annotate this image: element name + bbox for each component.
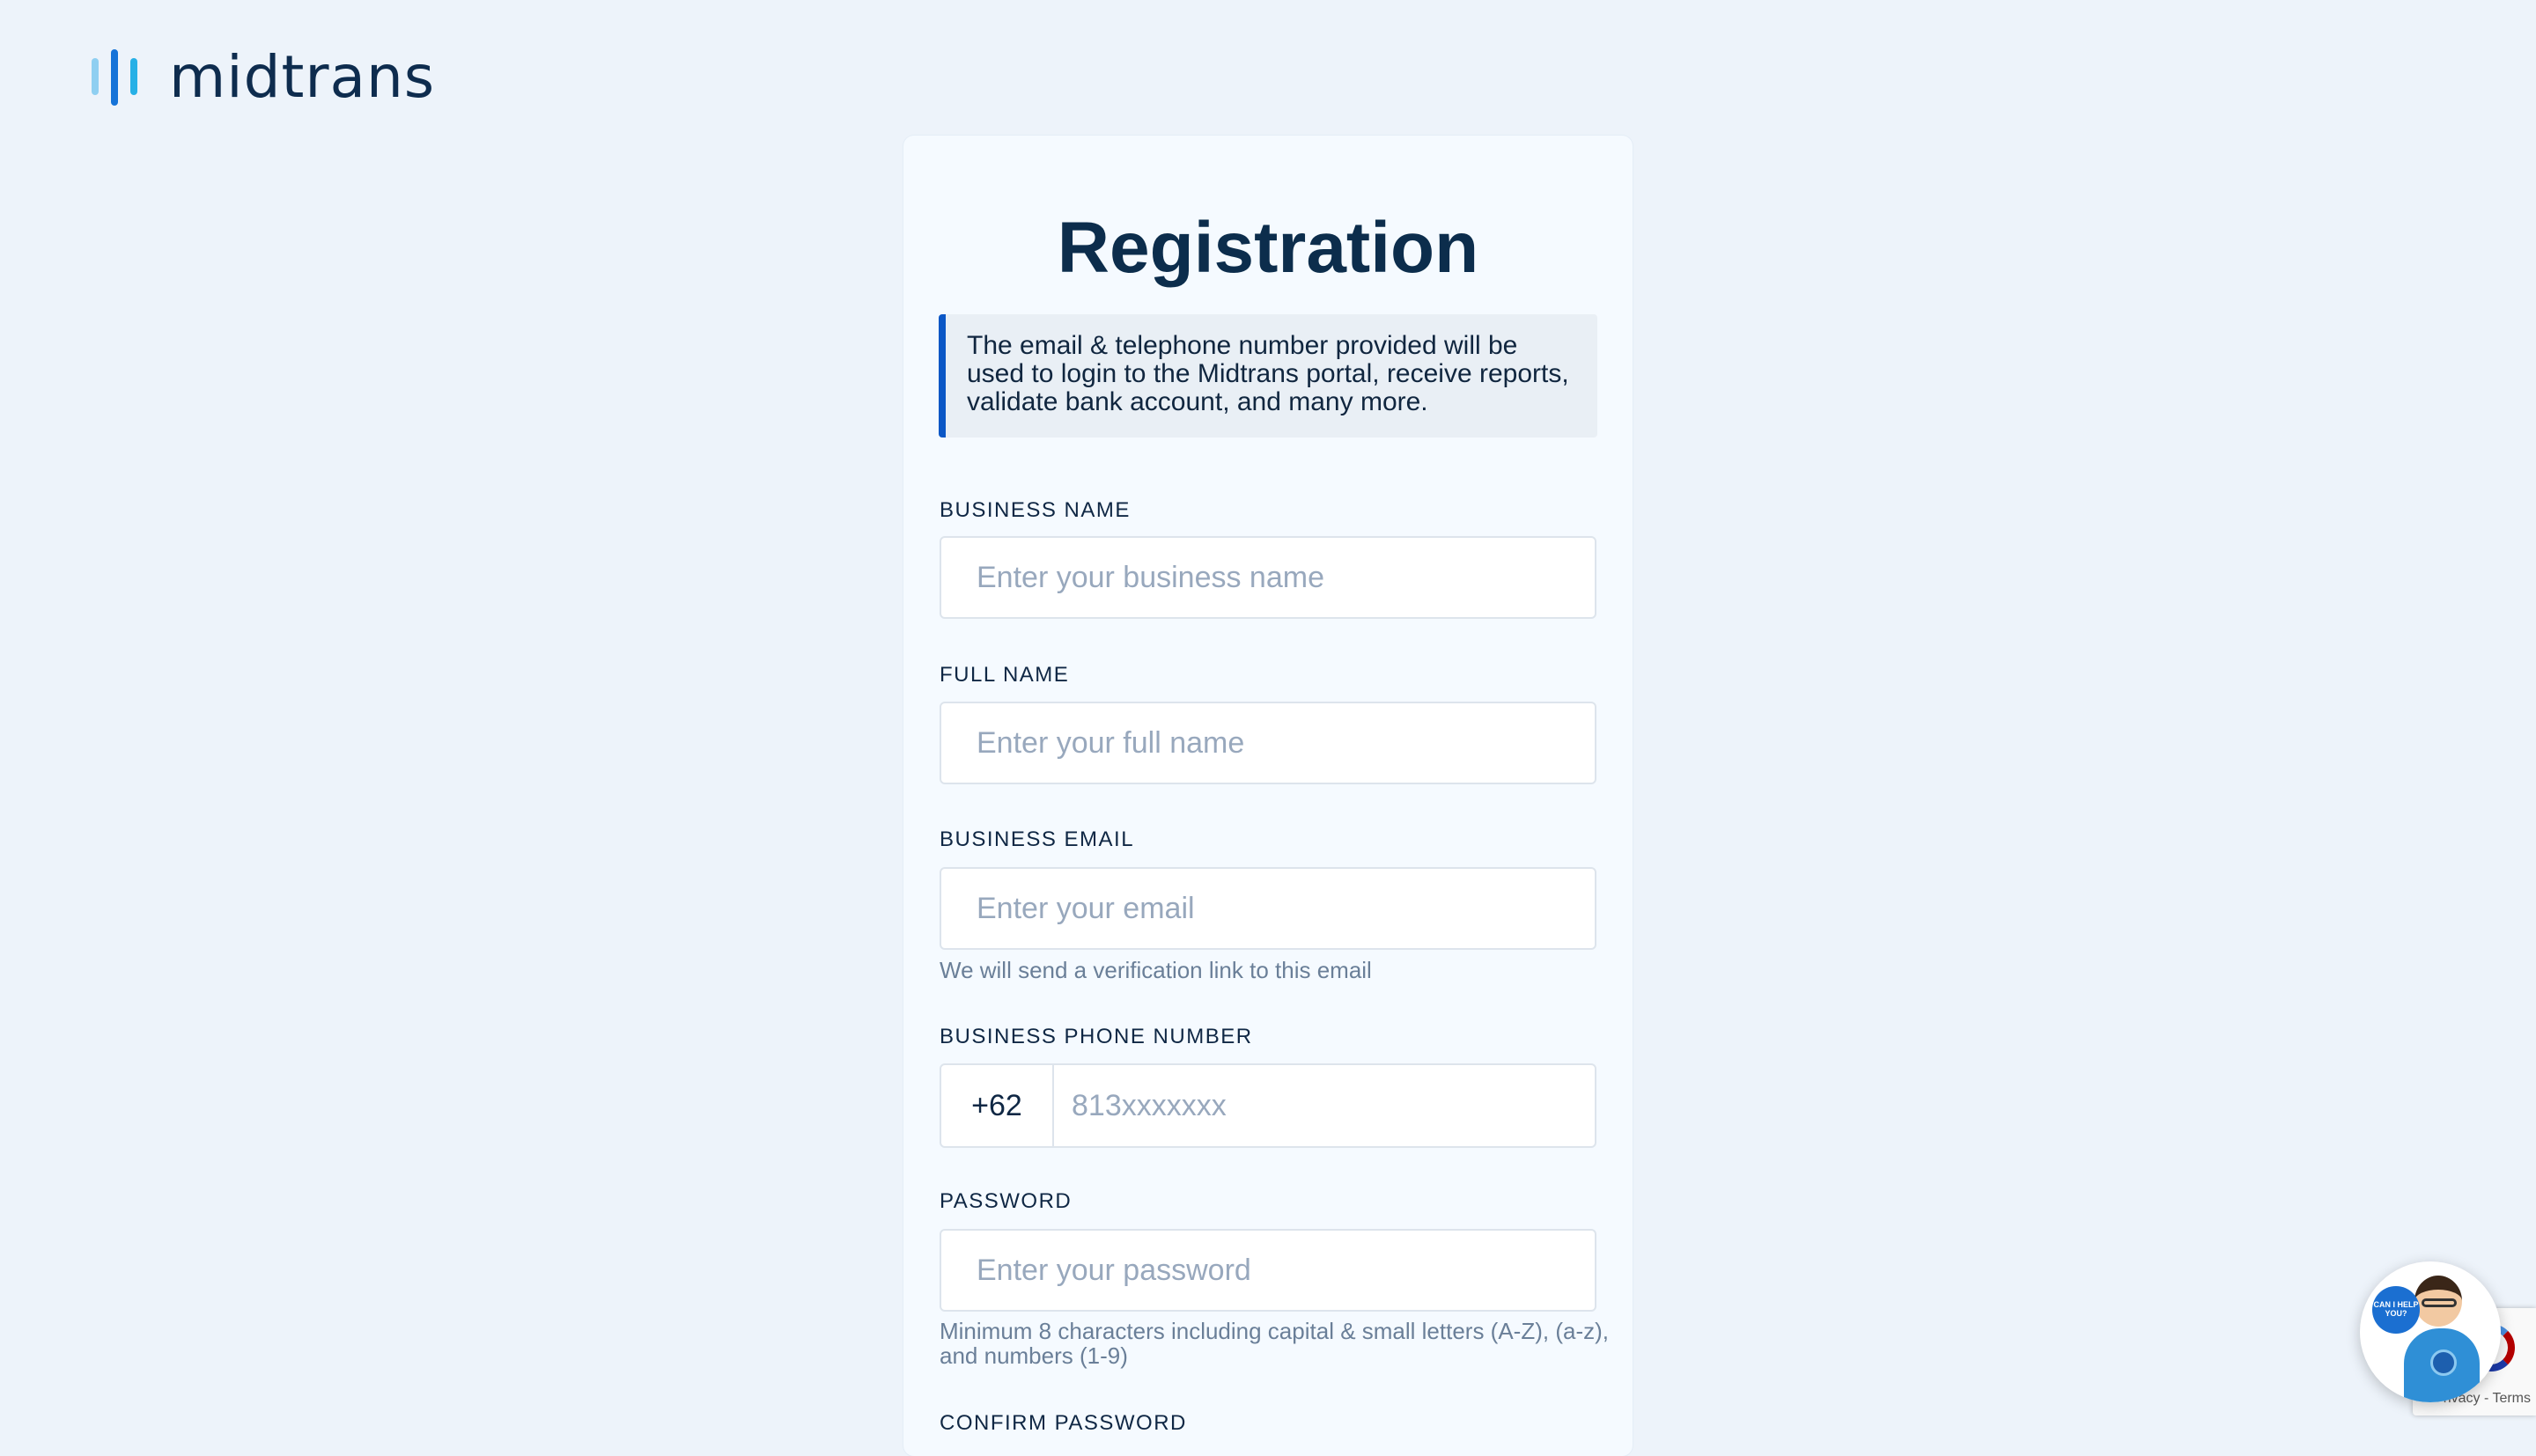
page-title: Registration: [1057, 208, 1479, 288]
full-name-label: FULL NAME: [940, 663, 1070, 687]
logo-bar-right: [130, 58, 137, 95]
business-email-input[interactable]: [940, 867, 1596, 950]
logo-bar-left: [92, 58, 99, 95]
full-name-input[interactable]: [940, 702, 1596, 784]
confirm-password-label: CONFIRM PASSWORD: [940, 1411, 1187, 1435]
info-notice: The email & telephone number provided wi…: [939, 314, 1597, 438]
country-code-prefix: +62: [941, 1065, 1054, 1146]
logo-wordmark: midtrans: [169, 43, 436, 111]
password-label: PASSWORD: [940, 1189, 1073, 1213]
business-phone-label: BUSINESS PHONE NUMBER: [940, 1025, 1253, 1048]
password-input[interactable]: [940, 1229, 1596, 1312]
password-hint: Minimum 8 characters including capital &…: [940, 1318, 1609, 1369]
business-email-hint: We will send a verification link to this…: [940, 957, 1372, 983]
business-phone-input[interactable]: [1054, 1065, 1595, 1146]
assistant-badge-icon: [2430, 1349, 2457, 1376]
business-name-input[interactable]: [940, 536, 1596, 619]
assistant-glasses-icon: [2422, 1298, 2457, 1307]
business-phone-field: +62: [940, 1063, 1596, 1148]
chat-help-widget[interactable]: CAN I HELP YOU?: [2360, 1261, 2501, 1402]
business-email-label: BUSINESS EMAIL: [940, 827, 1135, 851]
info-notice-text: The email & telephone number provided wi…: [967, 331, 1569, 416]
midtrans-logo-mark-icon: [90, 49, 143, 106]
business-name-label: BUSINESS NAME: [940, 498, 1131, 522]
help-speech-bubble: CAN I HELP YOU?: [2372, 1286, 2420, 1334]
midtrans-logo[interactable]: midtrans: [90, 43, 436, 111]
logo-bar-center: [111, 49, 118, 106]
